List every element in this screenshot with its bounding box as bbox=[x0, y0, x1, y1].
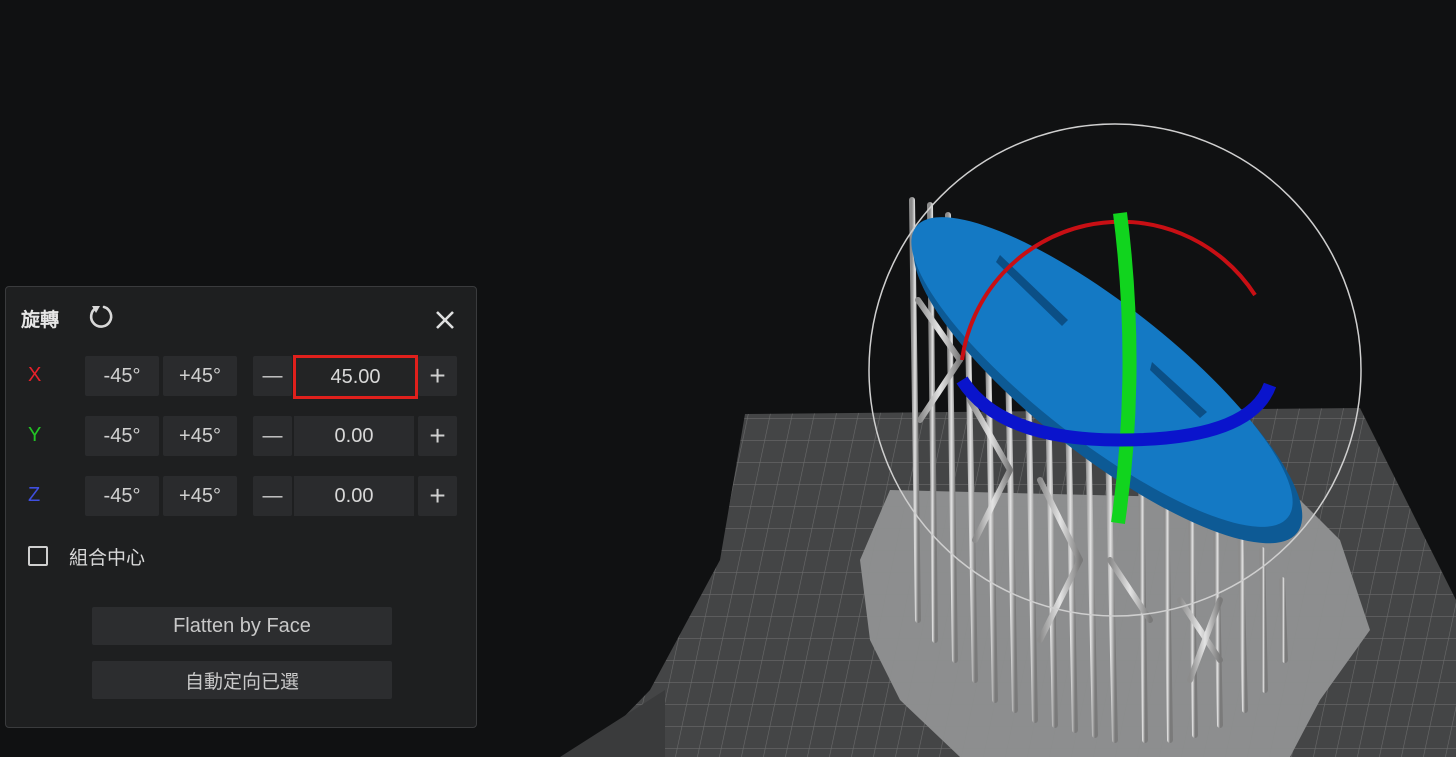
panel-title: 旋轉 bbox=[21, 310, 60, 331]
group-center-checkbox[interactable] bbox=[28, 546, 48, 566]
group-center-option[interactable]: 組合中心 bbox=[28, 545, 146, 569]
z-minus-45-button[interactable]: -45° bbox=[85, 476, 159, 516]
axis-label-x: X bbox=[28, 364, 42, 386]
z-decrement-button[interactable]: — bbox=[253, 476, 292, 516]
y-minus-45-button[interactable]: -45° bbox=[85, 416, 159, 456]
y-increment-button[interactable]: + bbox=[418, 416, 457, 456]
close-icon[interactable] bbox=[434, 309, 456, 331]
z-increment-button[interactable]: + bbox=[418, 476, 457, 516]
z-plus-45-button[interactable]: +45° bbox=[163, 476, 237, 516]
axis-row-x: X -45° +45° — 45.00 + bbox=[6, 355, 476, 399]
y-plus-45-button[interactable]: +45° bbox=[163, 416, 237, 456]
x-decrement-button[interactable]: — bbox=[253, 356, 292, 396]
axis-label-y: Y bbox=[28, 424, 42, 446]
group-center-label: 組合中心 bbox=[69, 547, 146, 569]
z-rotation-input[interactable]: 0.00 bbox=[294, 476, 414, 516]
axis-row-z: Z -45° +45° — 0.00 + bbox=[6, 476, 476, 516]
x-minus-45-button[interactable]: -45° bbox=[85, 356, 159, 396]
y-decrement-button[interactable]: — bbox=[253, 416, 292, 456]
x-rotation-input[interactable]: 45.00 bbox=[293, 355, 418, 399]
axis-label-z: Z bbox=[28, 484, 41, 506]
reset-rotation-icon[interactable] bbox=[88, 303, 114, 329]
auto-orient-selected-button[interactable]: 自動定向已選 bbox=[92, 661, 392, 699]
flatten-by-face-button[interactable]: Flatten by Face bbox=[92, 607, 392, 645]
y-rotation-input[interactable]: 0.00 bbox=[294, 416, 414, 456]
rotate-panel: 旋轉 X -45° +45° — 45.00 + Y -45° +45° — 0… bbox=[5, 286, 477, 728]
axis-row-y: Y -45° +45° — 0.00 + bbox=[6, 416, 476, 456]
x-increment-button[interactable]: + bbox=[418, 356, 457, 396]
x-plus-45-button[interactable]: +45° bbox=[163, 356, 237, 396]
